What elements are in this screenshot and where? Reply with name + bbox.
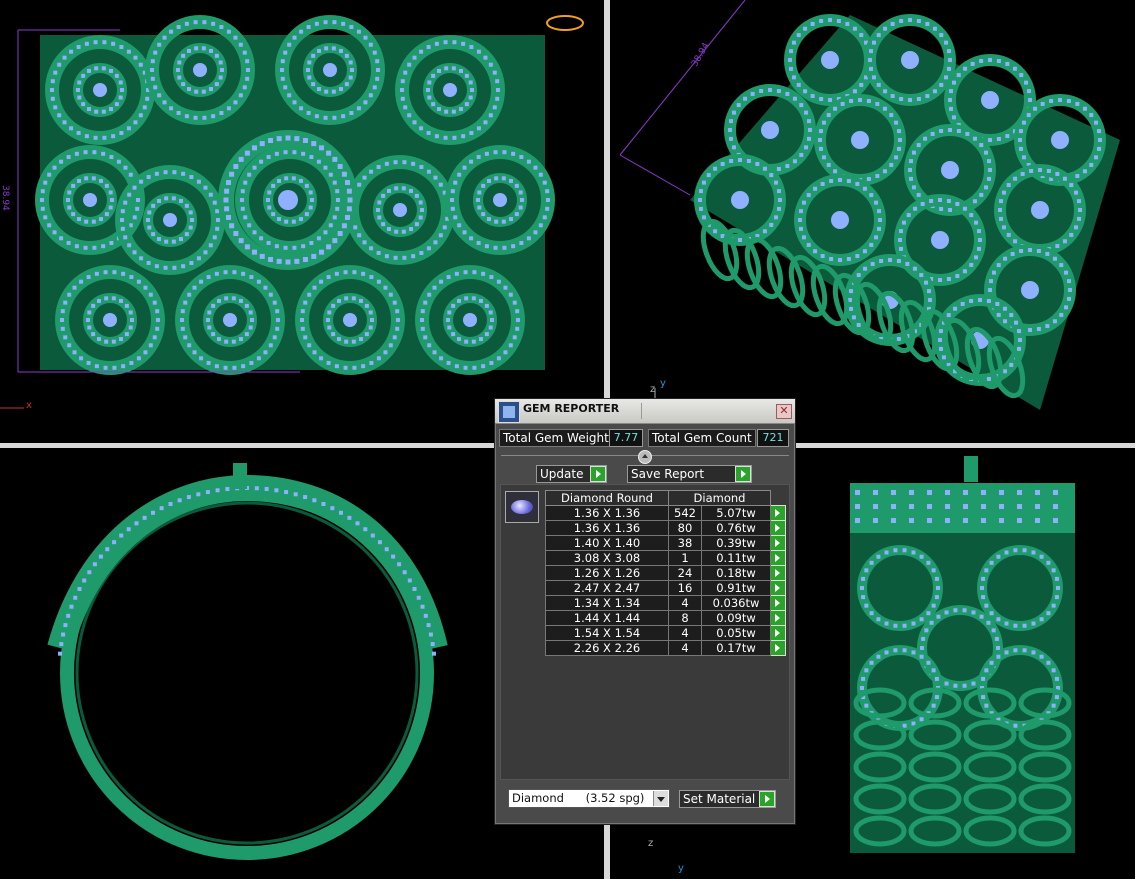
y-axis-label: y bbox=[678, 863, 684, 874]
dimension-label: 38.94 bbox=[0, 185, 10, 211]
collapse-toggle-icon[interactable] bbox=[638, 450, 652, 464]
z-axis-label: z bbox=[650, 384, 656, 395]
gem-size-cell: 1.44 X 1.44 bbox=[545, 610, 669, 626]
gem-count-cell: 80 bbox=[668, 520, 702, 536]
row-play-arrow-icon[interactable] bbox=[770, 595, 786, 611]
table-row[interactable]: 1.36 X 1.36 542 5.07tw bbox=[545, 505, 786, 521]
chevron-down-icon[interactable] bbox=[653, 791, 668, 806]
column-header-gem-shape: Diamond Round bbox=[545, 490, 669, 506]
gem-weight-cell: 0.18tw bbox=[701, 565, 771, 581]
table-row[interactable]: 2.26 X 2.26 4 0.17tw bbox=[545, 640, 786, 656]
gem-size-cell: 1.40 X 1.40 bbox=[545, 535, 669, 551]
gem-list-area: Diamond Round Diamond 1.36 X 1.36 542 5.07… bbox=[500, 484, 790, 780]
gem-size-cell: 1.26 X 1.26 bbox=[545, 565, 669, 581]
row-play-arrow-icon[interactable] bbox=[770, 565, 786, 581]
gem-weight-cell: 0.91tw bbox=[701, 580, 771, 596]
total-gem-weight-label: Total Gem Weight bbox=[499, 429, 613, 447]
gem-weight-cell: 0.05tw bbox=[701, 625, 771, 641]
gem-weight-cell: 0.76tw bbox=[701, 520, 771, 536]
row-play-arrow-icon[interactable] bbox=[770, 520, 786, 536]
total-gem-count-value: 721 bbox=[757, 429, 789, 447]
table-row[interactable]: 3.08 X 3.08 1 0.11tw bbox=[545, 550, 786, 566]
gem-weight-cell: 5.07tw bbox=[701, 505, 771, 521]
ring-front-render bbox=[0, 15, 584, 409]
gem-count-cell: 1 bbox=[668, 550, 702, 566]
play-arrow-icon bbox=[759, 791, 775, 807]
gem-weight-cell: 0.11tw bbox=[701, 550, 771, 566]
gem-size-cell: 1.36 X 1.36 bbox=[545, 505, 669, 521]
row-play-arrow-icon[interactable] bbox=[770, 535, 786, 551]
table-row[interactable]: 2.47 X 2.47 16 0.91tw bbox=[545, 580, 786, 596]
play-arrow-icon bbox=[590, 466, 606, 482]
gem-table: Diamond Round Diamond 1.36 X 1.36 542 5.07… bbox=[545, 490, 786, 656]
table-row[interactable]: 1.40 X 1.40 38 0.39tw bbox=[545, 535, 786, 551]
gem-reporter-panel: GEM REPORTER ✕ Total Gem Weight 7.77 Tot… bbox=[494, 398, 796, 825]
row-play-arrow-icon[interactable] bbox=[770, 550, 786, 566]
y-axis-label: y bbox=[660, 378, 666, 389]
set-material-button[interactable]: Set Material bbox=[679, 790, 776, 808]
gem-size-cell: 3.08 X 3.08 bbox=[545, 550, 669, 566]
row-play-arrow-icon[interactable] bbox=[770, 610, 786, 626]
row-play-arrow-icon[interactable] bbox=[770, 640, 786, 656]
row-play-arrow-icon[interactable] bbox=[770, 580, 786, 596]
update-button-label: Update bbox=[540, 467, 584, 481]
viewport-perspective[interactable]: 38.94 z y bbox=[610, 0, 1135, 443]
gem-count-cell: 38 bbox=[668, 535, 702, 551]
play-arrow-icon bbox=[735, 466, 751, 482]
update-button[interactable]: Update bbox=[536, 465, 607, 483]
gem-weight-cell: 0.17tw bbox=[701, 640, 771, 656]
x-axis-label: x bbox=[26, 400, 32, 411]
gem-count-cell: 542 bbox=[668, 505, 702, 521]
table-row[interactable]: 1.36 X 1.36 80 0.76tw bbox=[545, 520, 786, 536]
material-select-spg: (3.52 spg) bbox=[585, 791, 645, 805]
gem-count-cell: 4 bbox=[668, 595, 702, 611]
row-play-arrow-icon[interactable] bbox=[770, 625, 786, 641]
gem-weight-cell: 0.39tw bbox=[701, 535, 771, 551]
diamond-round-icon bbox=[505, 491, 539, 523]
total-gem-count-label: Total Gem Count bbox=[648, 429, 756, 447]
save-report-button[interactable]: Save Report bbox=[627, 465, 752, 483]
gem-count-cell: 16 bbox=[668, 580, 702, 596]
gem-size-cell: 2.47 X 2.47 bbox=[545, 580, 669, 596]
gem-weight-cell: 0.09tw bbox=[701, 610, 771, 626]
table-row[interactable]: 1.26 X 1.26 24 0.18tw bbox=[545, 565, 786, 581]
gem-reporter-icon bbox=[498, 401, 520, 423]
save-report-button-label: Save Report bbox=[631, 467, 705, 481]
gem-count-cell: 4 bbox=[668, 640, 702, 656]
table-row[interactable]: 1.34 X 1.34 4 0.036tw bbox=[545, 595, 786, 611]
row-play-arrow-icon[interactable] bbox=[770, 505, 786, 521]
gem-count-cell: 4 bbox=[668, 625, 702, 641]
table-row[interactable]: 1.44 X 1.44 8 0.09tw bbox=[545, 610, 786, 626]
panel-title: GEM REPORTER bbox=[523, 402, 620, 415]
gem-size-cell: 2.26 X 2.26 bbox=[545, 640, 669, 656]
total-gem-weight-value: 7.77 bbox=[609, 429, 643, 447]
panel-titlebar[interactable]: GEM REPORTER ✕ bbox=[495, 399, 795, 424]
gem-weight-cell: 0.036tw bbox=[701, 595, 771, 611]
table-row[interactable]: 1.54 X 1.54 4 0.05tw bbox=[545, 625, 786, 641]
titlebar-divider bbox=[641, 403, 642, 419]
set-material-button-label: Set Material bbox=[683, 792, 756, 806]
gem-size-cell: 1.34 X 1.34 bbox=[545, 595, 669, 611]
gem-size-cell: 1.36 X 1.36 bbox=[545, 520, 669, 536]
gem-count-cell: 8 bbox=[668, 610, 702, 626]
gem-count-cell: 24 bbox=[668, 565, 702, 581]
z-axis-label: z bbox=[648, 838, 654, 849]
material-select-value: Diamond bbox=[512, 791, 564, 805]
column-header-material: Diamond bbox=[668, 490, 771, 506]
close-icon[interactable]: ✕ bbox=[776, 404, 792, 419]
material-select[interactable]: Diamond (3.52 spg) bbox=[508, 789, 670, 808]
gem-size-cell: 1.54 X 1.54 bbox=[545, 625, 669, 641]
viewport-front[interactable]: 38.94 x bbox=[0, 0, 604, 443]
ring-perspective-render bbox=[619, 0, 1120, 410]
